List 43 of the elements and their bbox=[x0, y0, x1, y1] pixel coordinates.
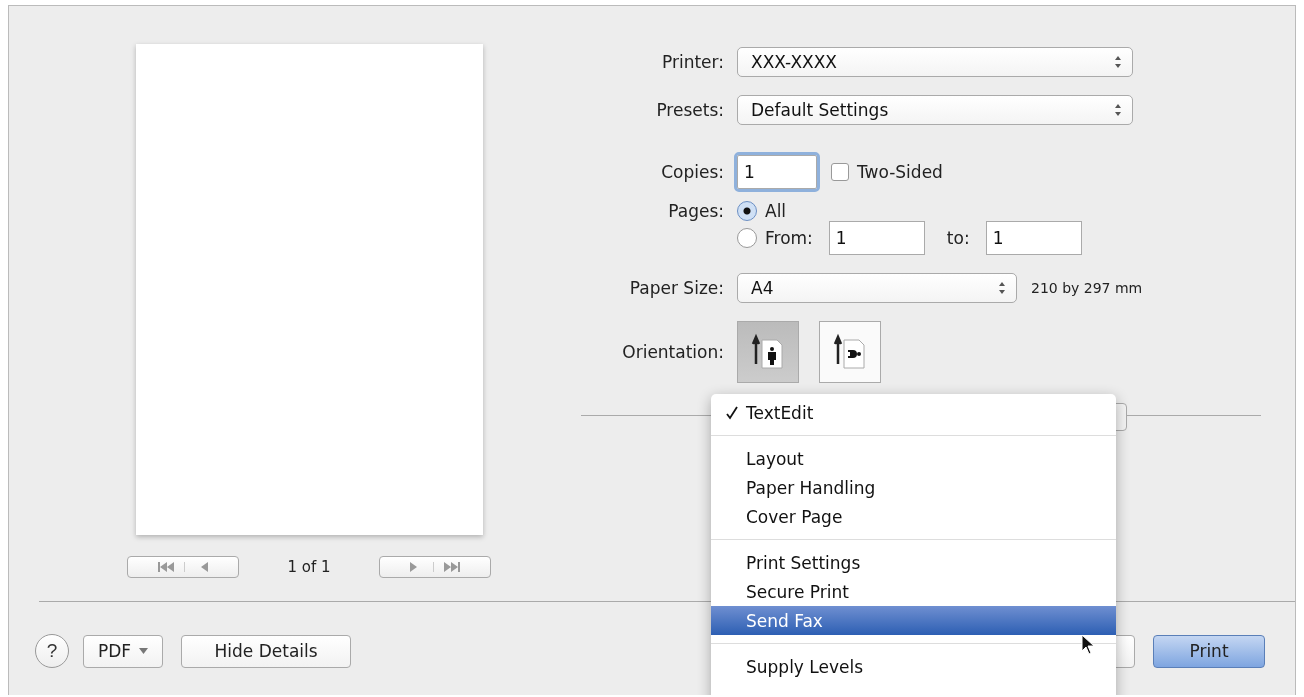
paper-dimensions: 210 by 297 mm bbox=[1031, 280, 1143, 296]
copies-label: Copies: bbox=[660, 162, 724, 182]
copies-field[interactable]: 1 bbox=[737, 155, 817, 189]
printer-label: Printer: bbox=[661, 52, 724, 72]
menu-item[interactable]: Send Fax bbox=[711, 606, 1116, 635]
up-down-arrows-icon bbox=[1114, 55, 1122, 69]
to-page-field[interactable]: 1 bbox=[985, 221, 1082, 255]
pages-label: Pages: bbox=[667, 201, 724, 221]
paper-size-popup[interactable]: A4 bbox=[737, 273, 1017, 303]
print-button[interactable]: Print bbox=[1153, 634, 1265, 668]
help-button[interactable]: ? bbox=[35, 634, 69, 668]
mouse-pointer-icon bbox=[1081, 634, 1095, 656]
radio-button[interactable] bbox=[737, 201, 757, 221]
hide-details-button[interactable]: Hide Details bbox=[181, 634, 352, 668]
portrait-button[interactable] bbox=[737, 321, 799, 383]
two-sided-label: Two-Sided bbox=[857, 162, 943, 182]
orientation-label: Orientation: bbox=[621, 342, 724, 362]
paper-size-label: Paper Size: bbox=[628, 278, 724, 298]
radio-button[interactable] bbox=[737, 228, 757, 248]
up-down-arrows-icon bbox=[1114, 103, 1122, 117]
checkmark-icon bbox=[725, 405, 738, 420]
menu-item[interactable]: Layout bbox=[711, 444, 1116, 473]
up-down-arrows-icon bbox=[998, 281, 1006, 295]
printer-popup[interactable]: XXX-XXXX bbox=[737, 47, 1133, 77]
landscape-button[interactable] bbox=[819, 321, 881, 383]
first-previous-page-button[interactable] bbox=[127, 556, 240, 578]
presets-popup[interactable]: Default Settings bbox=[737, 95, 1133, 125]
to-label: to: bbox=[946, 228, 970, 248]
radio-label: From: bbox=[765, 228, 813, 248]
two-sided-checkbox[interactable] bbox=[831, 163, 849, 181]
next-last-page-button[interactable] bbox=[378, 556, 491, 578]
menu-item[interactable]: Secure Print bbox=[711, 577, 1116, 606]
page-counter: 1 of 1 bbox=[287, 558, 331, 576]
from-page-field[interactable]: 1 bbox=[828, 221, 925, 255]
presets-label: Presets: bbox=[655, 100, 724, 120]
menu-item[interactable]: TextEdit bbox=[711, 398, 1116, 427]
caret-icon bbox=[139, 648, 149, 654]
menu-item[interactable]: Paper Handling bbox=[711, 473, 1116, 502]
menu-item[interactable]: Print Settings bbox=[711, 548, 1116, 577]
pdf-button[interactable]: PDF bbox=[83, 634, 164, 668]
menu-item[interactable]: Supply Levels bbox=[711, 652, 1116, 681]
menu-item[interactable]: Cover Page bbox=[711, 502, 1116, 531]
radio-label: All bbox=[765, 201, 787, 221]
